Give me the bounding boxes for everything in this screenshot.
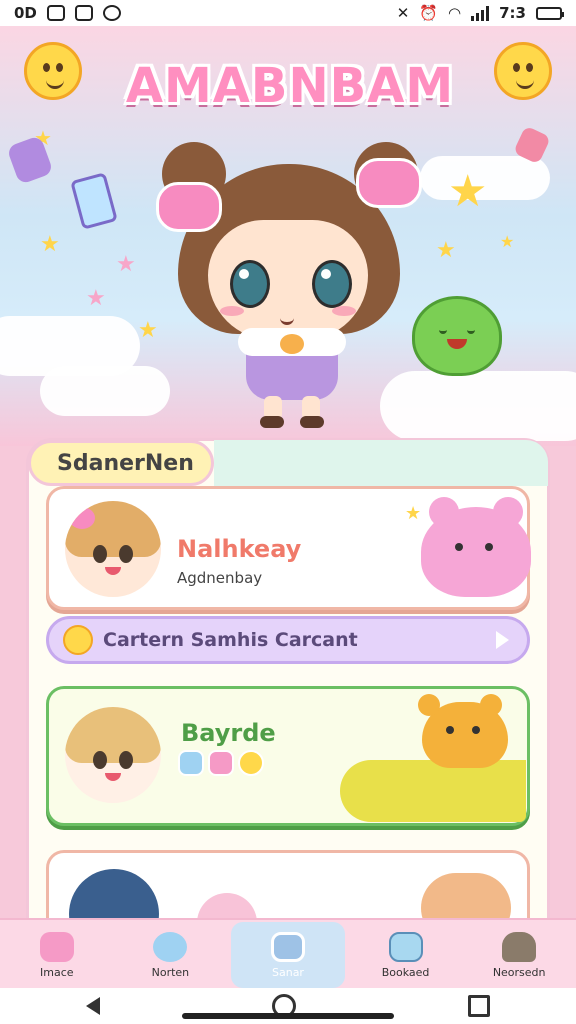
pink-blob-mascot <box>421 497 531 597</box>
status-carrier-text: 0D <box>14 4 37 22</box>
star-mascot-icon: ★ <box>448 166 488 217</box>
smiley-left-icon <box>24 42 82 100</box>
nav-label: Bookaed <box>381 965 430 979</box>
bear-mascot <box>418 694 508 768</box>
app-title: AMABNBAM <box>125 58 455 114</box>
card-title: Nalhkeay <box>177 535 302 563</box>
star-icon: ★ <box>40 232 60 257</box>
map-icon <box>270 931 305 962</box>
character-avatar <box>65 501 161 597</box>
notification-icon <box>46 5 65 21</box>
star-icon: ★ <box>405 503 422 524</box>
battery-icon <box>536 6 564 20</box>
emote-row <box>178 750 264 776</box>
grass-decoration <box>340 760 526 822</box>
green-heart-mascot <box>412 296 502 376</box>
app-screen: 0D ✕ ⏰ ◠ 7:3 AMABNBAM ★ ★ ★ ★ ★ ★ ★ ★ Sd… <box>0 0 576 1024</box>
smiley-icon <box>63 625 93 655</box>
status-left: 0D <box>14 4 121 22</box>
status-time: 7:3 <box>499 4 526 22</box>
star-icon: ★ <box>500 232 515 251</box>
nav-item-bookaed[interactable]: Bookaed <box>349 920 463 990</box>
profile-icon <box>502 931 537 962</box>
nav-item-neorsedn[interactable]: Neorsedn <box>462 920 576 990</box>
blue-pet-icon <box>153 931 188 962</box>
star-icon: ★ <box>86 286 106 311</box>
chibi-girl-illustration <box>156 138 422 428</box>
character-avatar <box>65 707 161 803</box>
nav-label: Neorsedn <box>492 965 546 979</box>
status-right: ✕ ⏰ ◠ 7:3 <box>396 4 564 22</box>
nav-label: Imace <box>40 965 74 979</box>
pink-pet-icon <box>39 931 74 962</box>
nav-item-norten[interactable]: Norten <box>114 920 228 990</box>
card-subtitle: Agdnenbay <box>177 569 263 587</box>
camera-icon <box>102 5 121 21</box>
cloud-decoration <box>40 366 170 416</box>
bottom-nav: Imace Norten Sanar Bookaed Neorsedn <box>0 918 576 990</box>
smiley-right-icon <box>494 42 552 100</box>
panel-header-strip <box>214 440 548 486</box>
chevron-right-icon <box>496 631 509 649</box>
image-icon <box>74 5 93 21</box>
back-icon[interactable] <box>86 997 100 1015</box>
wifi-icon: ◠ <box>448 4 462 22</box>
recents-icon[interactable] <box>468 995 490 1017</box>
nav-item-home[interactable]: Imace <box>0 920 114 990</box>
alarm-icon: ⏰ <box>419 4 439 22</box>
gesture-handle[interactable] <box>182 1013 394 1019</box>
pink-emote-icon <box>208 750 234 776</box>
star-icon: ★ <box>138 318 158 343</box>
nav-label: Sanar <box>272 965 304 979</box>
promo-banner[interactable]: Cartern Samhis Carcant <box>46 616 530 664</box>
mute-icon: ✕ <box>396 4 410 22</box>
section-title: SdanerNen <box>28 440 214 486</box>
character-card[interactable]: Nalhkeay Agdnenbay ★ <box>46 486 531 610</box>
star-icon: ★ <box>116 252 136 277</box>
blue-emote-icon <box>178 750 204 776</box>
banner-text: Cartern Samhis Carcant <box>103 629 358 651</box>
signal-icon <box>471 5 490 21</box>
status-bar: 0D ✕ ⏰ ◠ 7:3 <box>0 0 576 26</box>
nav-label: Norten <box>151 965 190 979</box>
book-pet-icon <box>388 931 423 962</box>
nav-item-sanar[interactable]: Sanar <box>231 922 345 988</box>
heart-emote-icon <box>238 750 264 776</box>
card-title: Bayrde <box>181 719 276 747</box>
star-icon: ★ <box>436 238 456 263</box>
